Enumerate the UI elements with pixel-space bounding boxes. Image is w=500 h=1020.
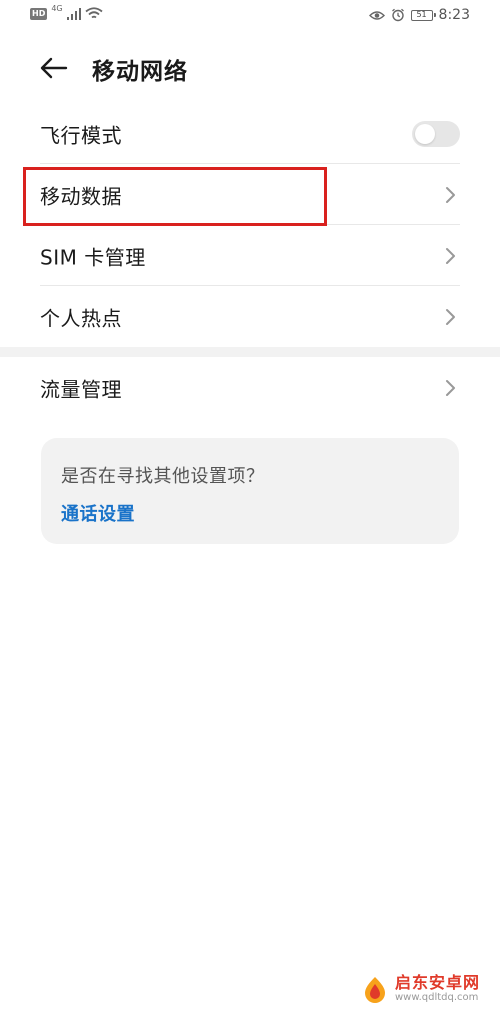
chevron-right-icon (446, 186, 455, 203)
hotspot-label: 个人热点 (40, 306, 122, 330)
clock: 8:23 (438, 7, 470, 23)
status-bar-left: HD 4G (30, 4, 103, 20)
hd-badge: HD (30, 7, 48, 20)
toggle-knob (415, 123, 435, 144)
eye-icon (368, 10, 385, 20)
mobile-network-screen: HD 4G 51 8:23 移动网络 飞行模式 移动数据 SIM 卡管理 个人热… (0, 0, 500, 1020)
wifi-icon (85, 7, 103, 19)
suggestion-question: 是否在寻找其他设置项？ (61, 466, 265, 487)
data-usage-row[interactable]: 流量管理 (0, 357, 500, 418)
sim-management-row[interactable]: SIM 卡管理 (0, 225, 500, 286)
watermark-url: www.qdltdq.com (394, 992, 479, 1003)
data-usage-list: 流量管理 (0, 357, 500, 418)
airplane-mode-row[interactable]: 飞行模式 (0, 103, 500, 164)
status-bar: HD 4G 51 8:23 (0, 0, 500, 34)
watermark-title: 启东安卓网 (394, 973, 480, 992)
back-arrow-icon (40, 57, 68, 79)
call-settings-link[interactable]: 通话设置 (61, 500, 135, 526)
watermark: 启东安卓网 www.qdltdq.com (361, 974, 480, 1004)
status-bar-right: 51 8:23 (368, 7, 470, 23)
chevron-right-icon (446, 379, 455, 396)
suggestion-card: 是否在寻找其他设置项？ 通话设置 (41, 438, 459, 544)
battery-level: 51 (416, 9, 427, 19)
network-settings-list: 飞行模式 移动数据 SIM 卡管理 个人热点 (0, 103, 500, 347)
alarm-icon (391, 8, 404, 22)
chevron-right-icon (446, 247, 455, 264)
signal-icon (66, 7, 81, 20)
mobile-data-label: 移动数据 (40, 184, 122, 208)
page-title: 移动网络 (92, 59, 188, 85)
back-button[interactable] (36, 50, 72, 86)
airplane-mode-toggle[interactable] (412, 120, 460, 147)
data-usage-label: 流量管理 (40, 377, 122, 401)
mobile-data-row[interactable]: 移动数据 (0, 164, 500, 225)
network-type: 4G (51, 4, 63, 13)
chevron-right-icon (446, 308, 455, 325)
sim-management-label: SIM 卡管理 (40, 245, 146, 269)
watermark-text: 启东安卓网 www.qdltdq.com (395, 974, 480, 1004)
watermark-logo-icon (364, 977, 385, 1003)
hotspot-row[interactable]: 个人热点 (0, 286, 500, 347)
airplane-mode-label: 飞行模式 (40, 123, 122, 147)
section-separator (0, 347, 500, 357)
battery-icon: 51 (410, 9, 436, 21)
header: 移动网络 (0, 40, 500, 94)
